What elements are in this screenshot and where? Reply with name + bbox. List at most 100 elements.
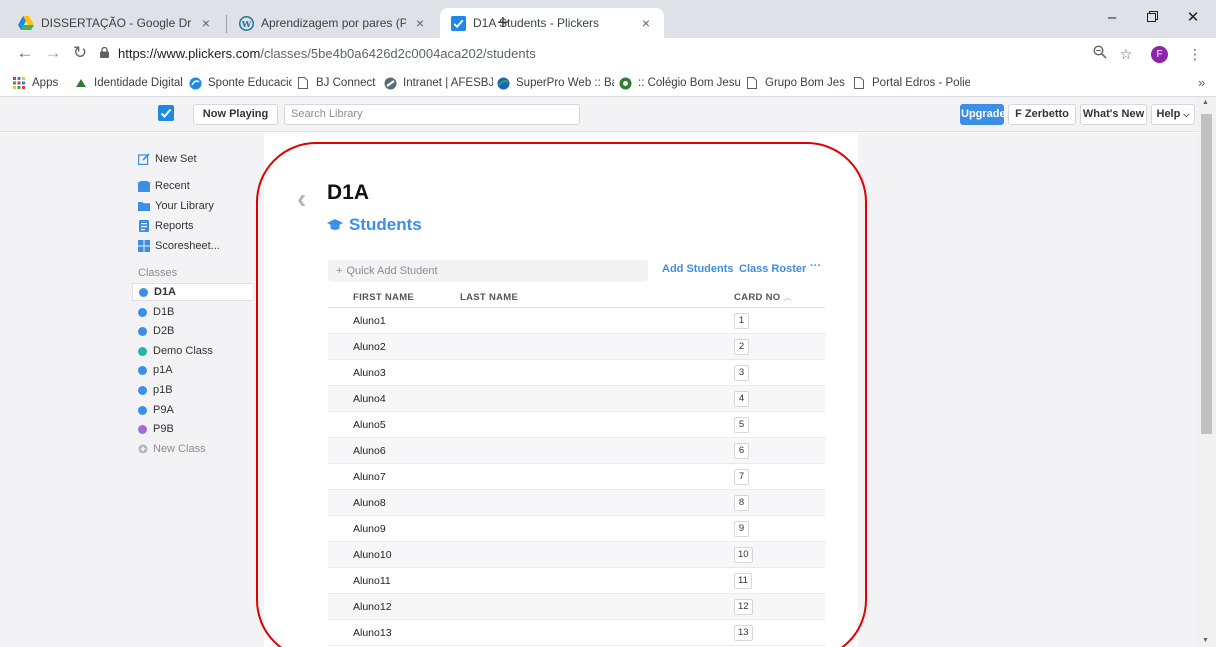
minimize-button[interactable]: –: [1097, 6, 1127, 30]
search-library-input[interactable]: Search Library: [284, 104, 580, 125]
table-row[interactable]: Aluno12 12: [328, 594, 825, 620]
close-icon[interactable]: ×: [412, 15, 428, 31]
table-row[interactable]: Aluno4 4: [328, 386, 825, 412]
tab-peer-instruction[interactable]: W Aprendizagem por pares (Peer In ×: [228, 8, 438, 38]
sidebar-class-d2b[interactable]: D2B: [132, 322, 252, 340]
user-account-button[interactable]: F Zerbetto: [1008, 104, 1076, 125]
column-header-card-no[interactable]: CARD NO ︿: [734, 292, 792, 303]
upgrade-button[interactable]: Upgrade: [960, 104, 1006, 125]
sidebar-class-p9a[interactable]: P9A: [132, 401, 252, 419]
bookmark-portal-edros[interactable]: Portal Edros - Poliedr: [852, 75, 970, 91]
card-number-badge: 10: [734, 547, 753, 563]
whats-new-button[interactable]: What's New: [1080, 104, 1147, 125]
sidebar-item-your-library[interactable]: Your Library: [138, 198, 214, 214]
bookmark-grupo-bom-jesus[interactable]: Grupo Bom Jesus - F: [745, 75, 845, 91]
table-row[interactable]: Aluno3 3: [328, 360, 825, 386]
sort-chevron-up-icon: ︿: [783, 293, 792, 302]
close-icon[interactable]: ×: [198, 15, 214, 31]
new-set-button[interactable]: New Set: [138, 151, 197, 167]
bookmark-apps[interactable]: Apps: [12, 75, 58, 91]
class-color-dot: [138, 365, 147, 375]
bookmark-label: Portal Edros - Poliedr: [872, 77, 970, 89]
close-icon[interactable]: ×: [638, 15, 654, 31]
sidebar-class-d1b[interactable]: D1B: [132, 303, 252, 321]
tab-google-drive[interactable]: DISSERTAÇÃO - Google Drive ×: [8, 8, 224, 38]
checkmark-icon: [160, 108, 172, 118]
bookmark-intranet[interactable]: Intranet | AFESBJ & C: [383, 75, 493, 91]
now-playing-button[interactable]: Now Playing: [193, 104, 278, 125]
new-tab-button[interactable]: +: [491, 12, 515, 36]
section-title-label: Students: [349, 215, 422, 234]
student-first-name: Aluno1: [353, 315, 386, 327]
bookmark-bj-connect[interactable]: BJ Connect: [296, 75, 375, 91]
student-first-name: Aluno13: [353, 627, 392, 639]
sidebar-item-recent[interactable]: Recent: [138, 178, 190, 194]
google-drive-icon: [18, 15, 34, 31]
sidebar-item-reports[interactable]: Reports: [138, 218, 194, 234]
zoom-icon[interactable]: [1090, 44, 1110, 64]
new-class-button[interactable]: New Class: [132, 440, 252, 458]
bookmark-label: Grupo Bom Jesus - F: [765, 77, 845, 89]
table-row[interactable]: Aluno2 2: [328, 334, 825, 360]
close-window-button[interactable]: ✕: [1178, 6, 1208, 30]
lock-icon: [100, 46, 109, 61]
help-label: Help: [1156, 108, 1181, 120]
bookmark-star-icon[interactable]: ☆: [1116, 44, 1136, 64]
wordpress-icon: W: [238, 15, 254, 31]
student-first-name: Aluno5: [353, 419, 386, 431]
new-class-label: New Class: [153, 443, 206, 455]
restore-button[interactable]: [1137, 6, 1167, 30]
table-row[interactable]: Aluno6 6: [328, 438, 825, 464]
bookmark-sponte[interactable]: Sponte Educacional \: [188, 75, 292, 91]
reload-icon[interactable]: ↻: [69, 42, 91, 64]
scroll-up-arrow-icon[interactable]: ▲: [1202, 99, 1209, 106]
table-row[interactable]: Aluno8 8: [328, 490, 825, 516]
bookmark-label: Apps: [32, 77, 59, 89]
sidebar-class-p1b[interactable]: p1B: [132, 381, 252, 399]
profile-avatar[interactable]: F: [1151, 46, 1168, 63]
bookmark-label: Identidade Digital Pa: [94, 77, 182, 89]
back-arrow-icon[interactable]: ←: [14, 42, 36, 64]
scrollbar-thumb[interactable]: [1201, 114, 1212, 434]
bookmarks-overflow-button[interactable]: »: [1198, 75, 1205, 90]
sidebar-item-scoresheet[interactable]: Scoresheet...: [138, 238, 220, 254]
reports-icon: [138, 220, 150, 232]
classes-heading: Classes: [138, 267, 178, 279]
page-icon: [852, 76, 866, 90]
svg-text:W: W: [240, 18, 251, 28]
table-row[interactable]: Aluno9 9: [328, 516, 825, 542]
help-button[interactable]: Help ⌵: [1151, 104, 1195, 125]
sidebar-class-p1a[interactable]: p1A: [132, 361, 252, 379]
table-row[interactable]: Aluno7 7: [328, 464, 825, 490]
table-row[interactable]: Aluno1 1: [328, 308, 825, 334]
bookmark-superpro[interactable]: SuperPro Web :: Banc: [496, 75, 614, 91]
bookmark-identidade-digital[interactable]: Identidade Digital Pa: [74, 75, 182, 91]
quick-add-student-input[interactable]: + Quick Add Student: [328, 260, 648, 282]
bookmark-label: Sponte Educacional \: [208, 77, 292, 89]
menu-kebab-icon[interactable]: ⋮: [1185, 44, 1205, 64]
table-row[interactable]: Aluno5 5: [328, 412, 825, 438]
address-bar[interactable]: https://www.plickers.com/classes/5be4b0a…: [100, 41, 1140, 66]
add-students-button[interactable]: Add Students: [662, 263, 734, 275]
plickers-logo[interactable]: [158, 105, 174, 121]
back-chevron-icon[interactable]: ‹: [297, 183, 306, 215]
tab-plickers[interactable]: D1A Students - Plickers ×: [440, 8, 664, 38]
graduation-cap-icon: [327, 218, 343, 232]
table-row[interactable]: Aluno13 13: [328, 620, 825, 646]
scroll-down-arrow-icon[interactable]: ▼: [1202, 637, 1209, 644]
column-header-last-name[interactable]: LAST NAME: [460, 292, 518, 303]
table-row[interactable]: Aluno10 10: [328, 542, 825, 568]
student-first-name: Aluno3: [353, 367, 386, 379]
class-label: D1A: [154, 286, 177, 298]
more-options-button[interactable]: ···: [810, 260, 821, 272]
sidebar-class-p9b[interactable]: P9B: [132, 420, 252, 438]
column-header-first-name[interactable]: FIRST NAME: [353, 292, 414, 303]
table-row[interactable]: Aluno11 11: [328, 568, 825, 594]
sidebar-class-demo-class[interactable]: Demo Class: [132, 342, 252, 360]
class-roster-button[interactable]: Class Roster: [739, 263, 806, 275]
forward-arrow-icon[interactable]: →: [42, 42, 64, 64]
card-number-badge: 3: [734, 365, 749, 381]
bookmark-colegio-bom-jesus[interactable]: :: Colégio Bom Jesus |: [618, 75, 740, 91]
sidebar-item-label: Scoresheet...: [155, 240, 220, 252]
sidebar-class-d1a[interactable]: D1A: [132, 283, 252, 301]
